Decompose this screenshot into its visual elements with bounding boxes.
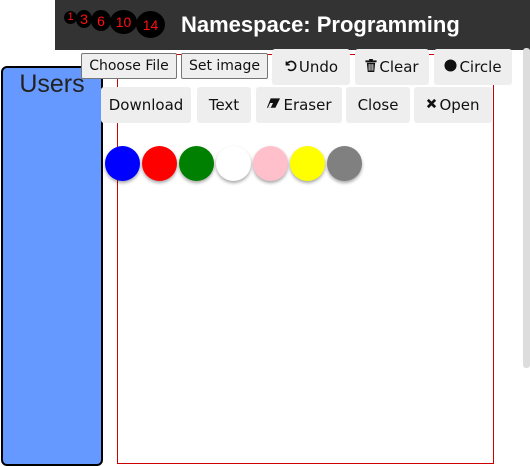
color-swatch[interactable]: [253, 146, 288, 181]
badge-14[interactable]: 14: [136, 11, 165, 38]
text-button[interactable]: Text: [197, 87, 251, 123]
undo-label: Undo: [298, 58, 339, 76]
undo-button[interactable]: Undo: [272, 49, 350, 85]
clear-button[interactable]: Clear: [355, 49, 429, 85]
circle-button[interactable]: Circle: [434, 49, 512, 85]
set-image-button[interactable]: Set image: [181, 53, 268, 79]
clear-label: Clear: [379, 58, 419, 76]
open-button[interactable]: Open: [414, 87, 492, 123]
badge-10[interactable]: 10: [110, 10, 137, 34]
eraser-label: Eraser: [283, 96, 332, 114]
eraser-icon: [266, 97, 281, 113]
color-swatch[interactable]: [179, 146, 214, 181]
badge-6[interactable]: 6: [91, 10, 111, 31]
circle-label: Circle: [459, 58, 502, 76]
badge-3[interactable]: 3: [76, 10, 92, 28]
users-panel: Users: [1, 66, 103, 466]
trash-icon: [365, 58, 377, 76]
color-swatch[interactable]: [105, 146, 140, 181]
x-icon: [426, 97, 437, 113]
open-label: Open: [439, 96, 480, 114]
namespace-title: Namespace: Programming: [181, 12, 460, 37]
circle-icon: [444, 58, 457, 76]
choose-file-button[interactable]: Choose File: [81, 53, 177, 79]
color-swatch[interactable]: [327, 146, 362, 181]
color-swatch[interactable]: [290, 146, 325, 181]
undo-icon: [284, 59, 297, 76]
close-button[interactable]: Close: [346, 87, 410, 123]
scrollbar[interactable]: [523, 48, 530, 368]
download-button[interactable]: Download: [101, 87, 191, 123]
color-swatch[interactable]: [142, 146, 177, 181]
eraser-button[interactable]: Eraser: [256, 87, 342, 123]
color-swatch[interactable]: [216, 146, 251, 181]
